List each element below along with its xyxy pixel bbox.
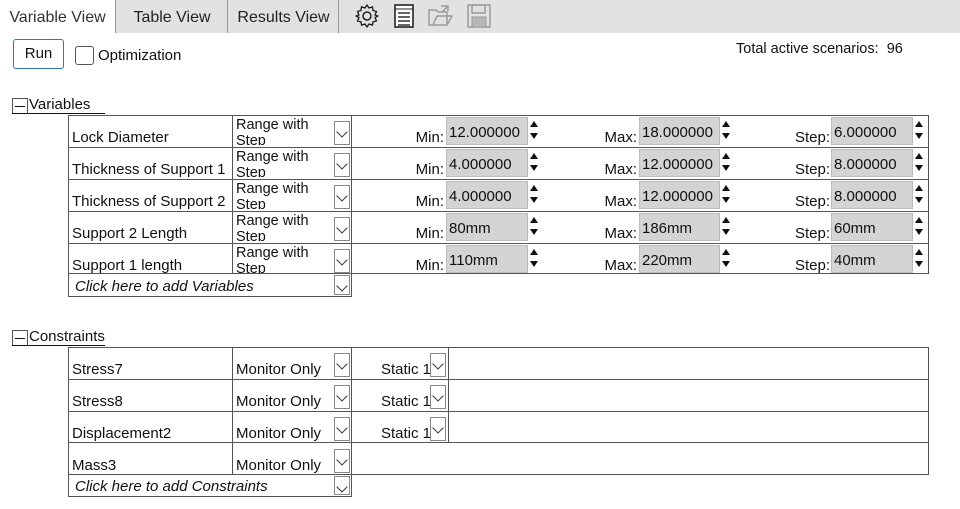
max-label: Max:	[604, 193, 637, 210]
constraint-type-dropdown[interactable]	[334, 385, 350, 409]
min-spinner[interactable]	[528, 213, 541, 241]
step-field[interactable]: 6.000000	[831, 117, 913, 145]
constraint-type-dropdown[interactable]	[334, 417, 350, 441]
max-label: Max:	[604, 257, 637, 274]
variable-name: Support 2 Length	[72, 225, 188, 242]
step-spinner[interactable]	[913, 245, 926, 273]
constraint-type: Monitor Only	[236, 457, 322, 474]
step-label: Step:	[794, 193, 830, 210]
add-variables-link[interactable]: Click here to add Variables	[75, 278, 254, 295]
variable-name: Lock Diameter	[72, 129, 169, 146]
constraint-study-dropdown[interactable]	[430, 353, 446, 377]
max-label: Max:	[604, 129, 637, 146]
constraint-type-dropdown[interactable]	[334, 449, 350, 473]
min-spinner[interactable]	[528, 181, 541, 209]
constraint-type: Monitor Only	[236, 425, 322, 442]
variable-type-dropdown[interactable]	[334, 153, 350, 177]
step-spinner[interactable]	[913, 149, 926, 177]
step-field[interactable]: 60mm	[831, 213, 913, 241]
step-label: Step:	[794, 129, 830, 146]
variable-name: Thickness of Support 2	[72, 193, 226, 210]
min-field[interactable]: 80mm	[446, 213, 528, 241]
max-spinner[interactable]	[720, 149, 733, 177]
variable-type-dropdown[interactable]	[334, 217, 350, 241]
max-spinner[interactable]	[720, 245, 733, 273]
variable-type: Range with Step	[236, 117, 309, 145]
variable-type-dropdown[interactable]	[334, 121, 350, 145]
step-label: Step:	[794, 257, 830, 274]
max-spinner[interactable]	[720, 117, 733, 145]
step-field[interactable]: 40mm	[831, 245, 913, 273]
variable-type: Range with Step	[236, 149, 309, 177]
max-field[interactable]: 12.000000	[639, 181, 720, 209]
max-field[interactable]: 186mm	[639, 213, 720, 241]
max-spinner[interactable]	[720, 181, 733, 209]
min-spinner[interactable]	[528, 117, 541, 145]
constraint-study: Static 1	[381, 425, 432, 442]
constraint-name: Mass3	[72, 457, 117, 474]
min-label: Min:	[415, 225, 444, 242]
max-spinner[interactable]	[720, 213, 733, 241]
step-label: Step:	[794, 161, 830, 178]
min-label: Min:	[415, 257, 444, 274]
min-field[interactable]: 4.000000	[446, 149, 528, 177]
constraint-name: Stress7	[72, 361, 123, 378]
constraint-type: Monitor Only	[236, 393, 322, 410]
variable-type: Range with Step	[236, 213, 309, 241]
min-field[interactable]: 110mm	[446, 245, 528, 273]
step-label: Step:	[794, 225, 830, 242]
variable-name: Support 1 length	[72, 257, 183, 274]
step-field[interactable]: 8.000000	[831, 181, 913, 209]
max-field[interactable]: 18.000000	[639, 117, 720, 145]
constraint-type: Monitor Only	[236, 361, 322, 378]
variable-type: Range with Step	[236, 181, 309, 209]
constraint-type-dropdown[interactable]	[334, 353, 350, 377]
constraint-study-dropdown[interactable]	[430, 417, 446, 441]
min-spinner[interactable]	[528, 245, 541, 273]
constraint-name: Stress8	[72, 393, 123, 410]
min-label: Min:	[415, 161, 444, 178]
variable-type-dropdown[interactable]	[334, 185, 350, 209]
step-spinner[interactable]	[913, 213, 926, 241]
max-label: Max:	[604, 225, 637, 242]
min-label: Min:	[415, 129, 444, 146]
add-variables-dropdown[interactable]	[334, 275, 350, 295]
min-label: Min:	[415, 193, 444, 210]
max-label: Max:	[604, 161, 637, 178]
min-field[interactable]: 4.000000	[446, 181, 528, 209]
step-spinner[interactable]	[913, 117, 926, 145]
variable-type-dropdown[interactable]	[334, 249, 350, 273]
max-field[interactable]: 12.000000	[639, 149, 720, 177]
max-field[interactable]: 220mm	[639, 245, 720, 273]
min-spinner[interactable]	[528, 149, 541, 177]
variable-type: Range with Step	[236, 245, 309, 273]
add-constraints-dropdown[interactable]	[334, 476, 350, 495]
step-spinner[interactable]	[913, 181, 926, 209]
constraint-study: Static 1	[381, 361, 432, 378]
constraint-study-dropdown[interactable]	[430, 385, 446, 409]
min-field[interactable]: 12.000000	[446, 117, 528, 145]
add-constraints-link[interactable]: Click here to add Constraints	[75, 478, 268, 495]
constraint-study: Static 1	[381, 393, 432, 410]
step-field[interactable]: 8.000000	[831, 149, 913, 177]
constraint-name: Displacement2	[72, 425, 172, 442]
variable-name: Thickness of Support 1	[72, 161, 226, 178]
